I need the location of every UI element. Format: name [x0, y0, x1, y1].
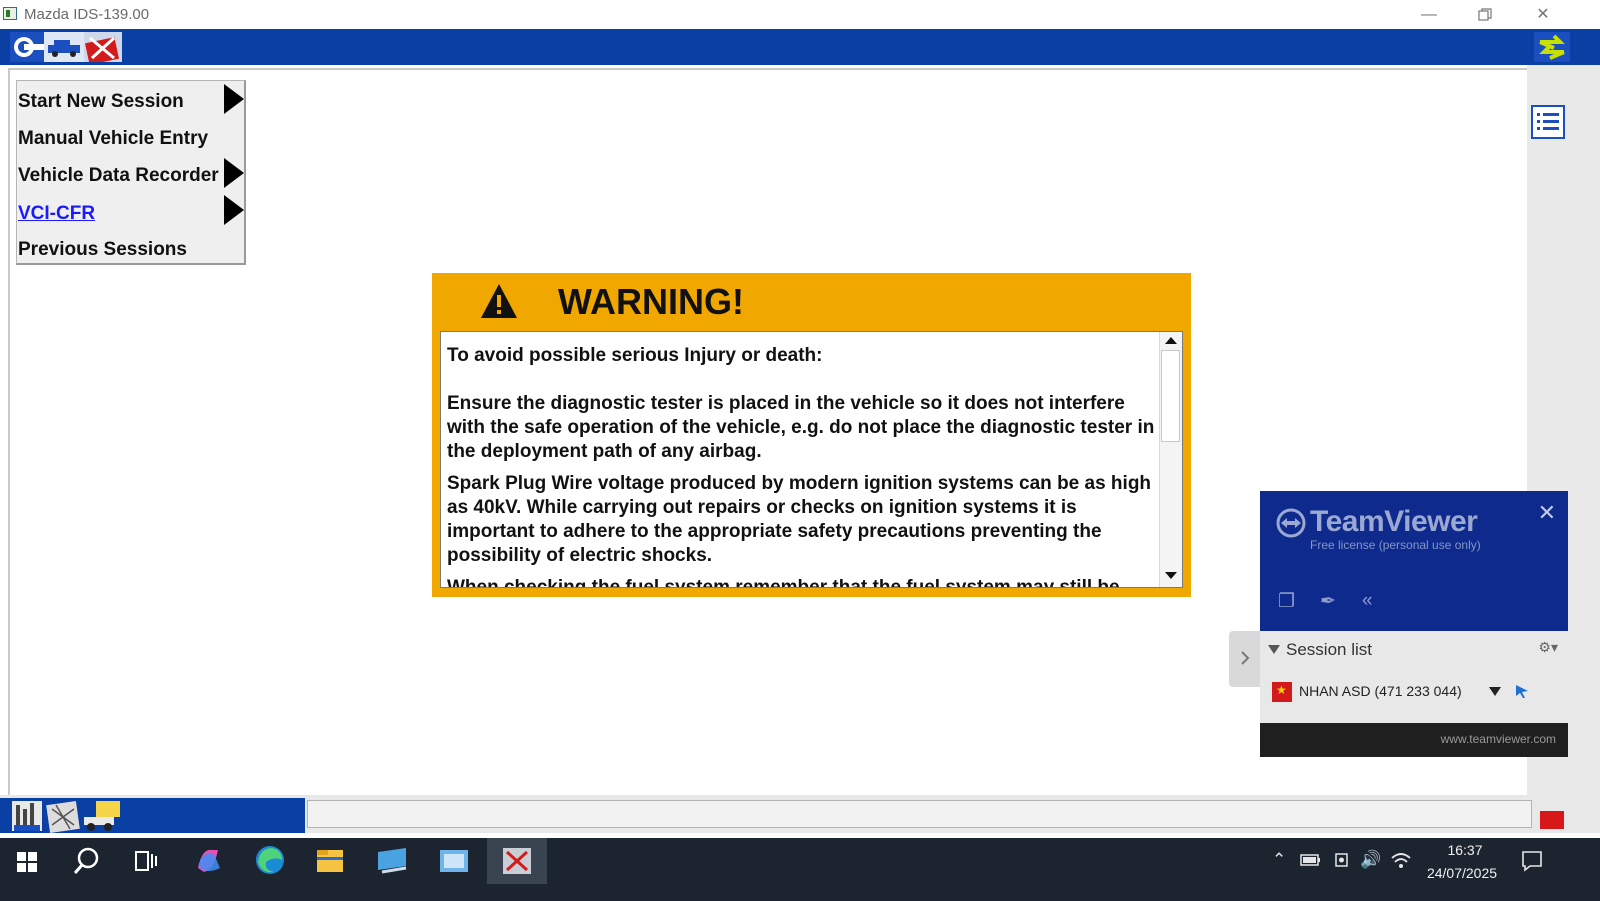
dropdown-arrow-icon[interactable] [1489, 687, 1501, 696]
teamviewer-footer: www.teamviewer.com [1260, 723, 1568, 757]
status-bar [307, 800, 1532, 828]
remote-desktop-icon[interactable] [362, 838, 422, 884]
restore-icon [1478, 8, 1492, 21]
clock-date[interactable]: 24/07/2025 [1418, 865, 1506, 881]
clock-time[interactable]: 16:37 [1424, 842, 1506, 858]
meet-now-icon[interactable] [1332, 850, 1352, 870]
menu-item-manual-vehicle-entry[interactable]: Manual Vehicle Entry [17, 128, 208, 150]
teamviewer-header: TeamViewer Free license (personal use on… [1260, 491, 1568, 631]
windows-start-icon[interactable] [0, 838, 60, 884]
session-list-label: Session list [1286, 640, 1372, 659]
warning-content: To avoid possible serious Injury or deat… [447, 344, 1159, 588]
window-titlebar: Mazda IDS-139.00 — ✕ [0, 0, 1600, 29]
session-menu: Start New Session Manual Vehicle Entry V… [16, 80, 246, 265]
close-button[interactable]: ✕ [1520, 0, 1566, 29]
warning-header: WARNING! [432, 273, 1191, 331]
teamviewer-brand: TeamViewer [1310, 505, 1478, 538]
connect-pointer-icon[interactable] [1514, 683, 1530, 699]
toolbox-icon[interactable] [84, 32, 122, 62]
warning-paragraph: To avoid possible serious Injury or deat… [447, 345, 823, 366]
windows-taskbar: ⌃ 🔊 16:37 24/07/2025 [0, 838, 1600, 901]
edge-browser-icon[interactable] [240, 838, 300, 884]
session-list-section: Session list ⚙▾ ★ NHAN ASD (471 233 044) [1260, 631, 1568, 723]
teamviewer-logo-icon [1276, 508, 1306, 538]
warning-paragraph: When checking the fuel system remember t… [447, 577, 1120, 588]
minimize-button[interactable]: — [1406, 0, 1452, 29]
copilot-icon[interactable] [178, 838, 238, 884]
vehicle-folder-icon[interactable] [82, 801, 122, 833]
scroll-down-icon[interactable] [1165, 572, 1177, 580]
warning-paragraph: Ensure the diagnostic tester is placed i… [447, 393, 1155, 462]
connector-icon[interactable] [10, 32, 44, 62]
submenu-arrow-icon[interactable] [224, 84, 244, 114]
scrollbar-thumb[interactable] [1161, 350, 1180, 442]
warning-paragraph: Spark Plug Wire voltage produced by mode… [447, 473, 1152, 566]
search-icon[interactable] [56, 838, 116, 884]
menu-item-vci-cfr[interactable]: VCI-CFR [17, 203, 95, 225]
bottom-toolbar [0, 798, 305, 833]
restore-button[interactable] [1462, 0, 1508, 29]
chevron-right-icon [1241, 651, 1250, 665]
window-title: Mazda IDS-139.00 [24, 6, 150, 23]
copy-icon[interactable]: ❐ [1278, 590, 1295, 613]
warning-dialog: WARNING! To avoid possible serious Injur… [432, 273, 1191, 597]
warning-triangle-icon [481, 284, 517, 318]
vehicle-icon[interactable] [44, 32, 84, 62]
swap-arrows-icon[interactable] [1534, 32, 1570, 62]
data-logger-icon[interactable] [10, 801, 46, 833]
warning-scrollbar[interactable] [1159, 332, 1182, 587]
notification-center-icon[interactable] [1521, 850, 1543, 872]
menu-item-previous-sessions[interactable]: Previous Sessions [17, 239, 187, 261]
task-view-icon[interactable] [116, 838, 176, 884]
wifi-icon[interactable] [1390, 850, 1412, 870]
scroll-up-icon[interactable] [1165, 336, 1177, 344]
teamviewer-close-icon[interactable]: ✕ [1538, 500, 1556, 526]
file-explorer-icon[interactable] [300, 838, 360, 884]
taskbar-item-mazda-ids[interactable] [487, 838, 547, 884]
warning-text-box[interactable]: To avoid possible serious Injury or deat… [440, 331, 1183, 588]
tools-icon[interactable]: ✒ [1320, 590, 1336, 613]
map-icon[interactable] [46, 801, 80, 833]
tray-overflow-icon[interactable]: ⌃ [1272, 850, 1286, 870]
collapse-icon[interactable]: « [1362, 590, 1373, 612]
vietnam-flag-icon: ★ [1272, 682, 1292, 702]
settings-gear-icon[interactable]: ⚙▾ [1538, 639, 1558, 656]
submenu-arrow-icon[interactable] [224, 195, 244, 225]
submenu-arrow-icon[interactable] [224, 158, 244, 188]
mazda-ids-icon [503, 848, 531, 874]
menu-item-start-new-session[interactable]: Start New Session [17, 91, 184, 113]
app-icon [3, 7, 17, 20]
expand-triangle-icon[interactable] [1268, 645, 1280, 655]
menu-item-vehicle-data-recorder[interactable]: Vehicle Data Recorder [17, 165, 219, 187]
ids-toolbar [0, 29, 1600, 65]
teamviewer-license: Free license (personal use only) [1310, 538, 1481, 552]
session-entry[interactable]: NHAN ASD (471 233 044) [1299, 683, 1462, 699]
control-panel-icon[interactable] [424, 838, 484, 884]
list-view-icon[interactable] [1531, 105, 1565, 139]
ids-bottom-bar [0, 795, 1600, 833]
teamviewer-expand-tab[interactable] [1229, 631, 1261, 687]
teamviewer-panel: TeamViewer Free license (personal use on… [1229, 491, 1568, 757]
alert-icon[interactable] [1540, 811, 1564, 829]
volume-icon[interactable]: 🔊 [1360, 850, 1381, 870]
teamviewer-url[interactable]: www.teamviewer.com [1441, 732, 1556, 746]
warning-title: WARNING! [558, 281, 744, 322]
battery-icon[interactable] [1300, 852, 1322, 868]
